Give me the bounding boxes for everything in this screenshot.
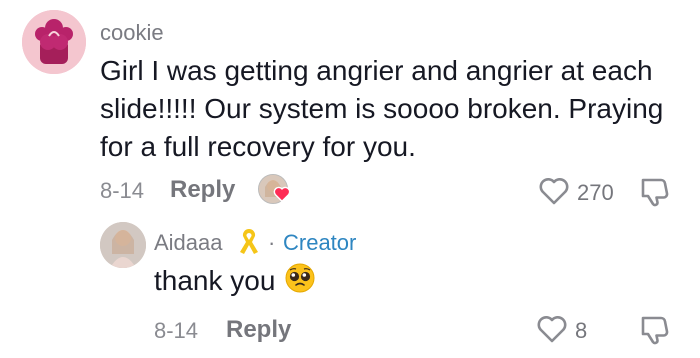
heart-outline-icon[interactable] <box>538 176 570 206</box>
reply-date: 8-14 <box>154 318 199 343</box>
reply-avatar[interactable] <box>100 222 146 268</box>
reply-avatar-image <box>100 222 146 268</box>
comment-text: Girl I was getting angrier and angrier a… <box>100 55 664 162</box>
separator-dot: · <box>268 230 276 255</box>
reply-like-count: 8 <box>575 318 588 343</box>
reply-button[interactable]: Reply <box>170 176 235 204</box>
heart-outline-icon[interactable] <box>536 314 568 344</box>
thumbs-down-icon[interactable] <box>640 176 674 208</box>
creator-badge: Creator <box>283 230 357 255</box>
comment-username[interactable]: cookie <box>100 20 164 46</box>
like-count: 270 <box>577 180 614 205</box>
heart-badge-icon <box>273 186 291 202</box>
avatar[interactable] <box>22 10 86 74</box>
reply-username[interactable]: Aidaaa <box>154 230 223 256</box>
yellow-ribbon-icon <box>240 228 258 254</box>
thumbs-down-icon[interactable] <box>640 314 674 346</box>
pleading-face-emoji <box>285 263 315 293</box>
reply-text: thank you <box>154 265 276 296</box>
reply-reply-button[interactable]: Reply <box>226 316 291 344</box>
avatar-image <box>22 10 86 74</box>
comment-date: 8-14 <box>100 178 145 203</box>
